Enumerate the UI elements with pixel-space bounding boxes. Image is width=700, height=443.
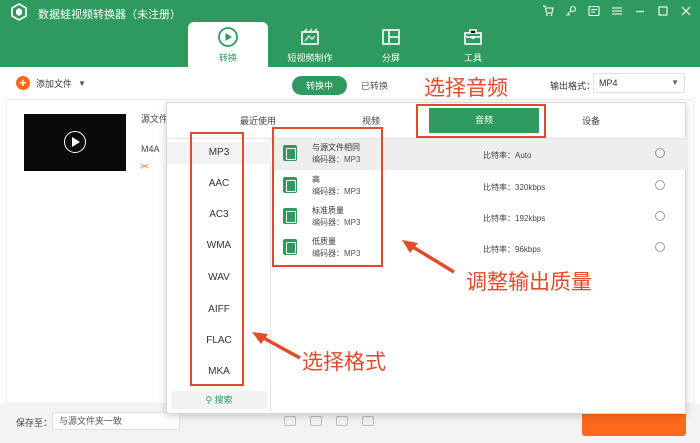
arrow-icon [402, 240, 455, 274]
arrow-icon [252, 332, 301, 360]
format-search-button[interactable]: ⚲ 搜索 [171, 391, 267, 409]
tab-tools-label: 工具 [463, 53, 482, 63]
convert-status-toggle: 转换中 已转换 [292, 76, 402, 95]
tab-split-screen-label: 分屏 [381, 53, 400, 63]
save-to-label: 保存至： [16, 418, 53, 428]
gear-icon[interactable] [655, 211, 665, 221]
tab-recent[interactable]: 最近使用 [240, 114, 276, 127]
toolbox-icon [462, 26, 484, 48]
gear-icon[interactable] [655, 148, 665, 158]
maximize-icon[interactable] [656, 4, 669, 17]
output-format-select[interactable]: MP4 ▼ [593, 73, 685, 93]
bottom-tool-icons [284, 416, 374, 426]
quality-bitrate: 比特率：96kbps [483, 245, 541, 254]
play-icon[interactable] [64, 131, 86, 153]
output-format-label: 输出格式： [550, 81, 596, 91]
minimize-icon[interactable] [633, 4, 646, 17]
window-controls [541, 4, 692, 17]
movie-icon [299, 26, 321, 48]
video-thumbnail[interactable] [24, 114, 126, 171]
quality-highlight [272, 127, 383, 267]
chevron-down-icon: ▼ [671, 78, 679, 87]
split-screen-icon [380, 26, 402, 48]
settings-icon[interactable] [362, 416, 374, 426]
tab-short-video-label: 短视频制作 [287, 53, 333, 63]
tab-device[interactable]: 设备 [582, 114, 600, 127]
add-file-button[interactable]: + 添加文件 ▼ [16, 76, 86, 90]
app-header: 数据蛙视频转换器（未注册） 转换 短视频制作 分屏 工具 [0, 0, 700, 67]
chevron-down-icon[interactable]: ▼ [78, 79, 86, 88]
adjust-quality-annotation: 调整输出质量 [466, 270, 592, 294]
tab-convert-label: 转换 [218, 53, 237, 63]
folder-icon[interactable] [284, 416, 296, 426]
format-search-label: 搜索 [214, 395, 233, 405]
audio-tab-highlight [416, 104, 546, 138]
toolbar: + 添加文件 ▼ 转换中 已转换 输出格式： MP4 ▼ [0, 67, 700, 99]
tab-short-video[interactable]: 短视频制作 [270, 22, 350, 67]
key-icon[interactable] [564, 4, 577, 17]
add-file-label: 添加文件 [36, 78, 73, 89]
scissors-icon[interactable]: ✂ [140, 160, 149, 173]
plus-icon: + [16, 76, 30, 90]
main-nav: 转换 短视频制作 分屏 工具 [0, 22, 700, 67]
quality-bitrate: 比特率：192kbps [483, 214, 546, 223]
quality-bitrate: 比特率：Auto [483, 151, 532, 160]
format-highlight [190, 132, 244, 386]
search-icon: ⚲ [205, 395, 213, 405]
source-file-label: 源文件 [141, 114, 169, 124]
quality-bitrate: 比特率：320kbps [483, 183, 546, 192]
output-format-value: MP4 [599, 78, 618, 88]
file-format: M4A [141, 144, 160, 154]
tab-convert[interactable]: 转换 [188, 22, 268, 67]
gear-icon[interactable] [655, 180, 665, 190]
app-logo-icon [11, 3, 27, 21]
save-to-select[interactable]: 与源文件夹一致 [52, 412, 180, 430]
tab-video[interactable]: 视频 [362, 114, 380, 127]
convert-icon [217, 26, 239, 48]
feedback-icon[interactable] [587, 4, 600, 17]
gpu-icon[interactable] [310, 416, 322, 426]
close-icon[interactable] [679, 4, 692, 17]
converting-tab[interactable]: 转换中 [292, 76, 348, 95]
converted-tab[interactable]: 已转换 [347, 76, 402, 95]
power-icon[interactable] [336, 416, 348, 426]
select-format-annotation: 选择格式 [302, 350, 386, 374]
menu-icon[interactable] [610, 4, 623, 17]
app-title: 数据蛙视频转换器（未注册） [38, 9, 181, 21]
cart-icon[interactable] [541, 4, 554, 17]
tab-split-screen[interactable]: 分屏 [351, 22, 431, 67]
gear-icon[interactable] [655, 242, 665, 252]
select-audio-annotation: 选择音频 [424, 76, 508, 100]
tab-tools[interactable]: 工具 [433, 22, 513, 67]
